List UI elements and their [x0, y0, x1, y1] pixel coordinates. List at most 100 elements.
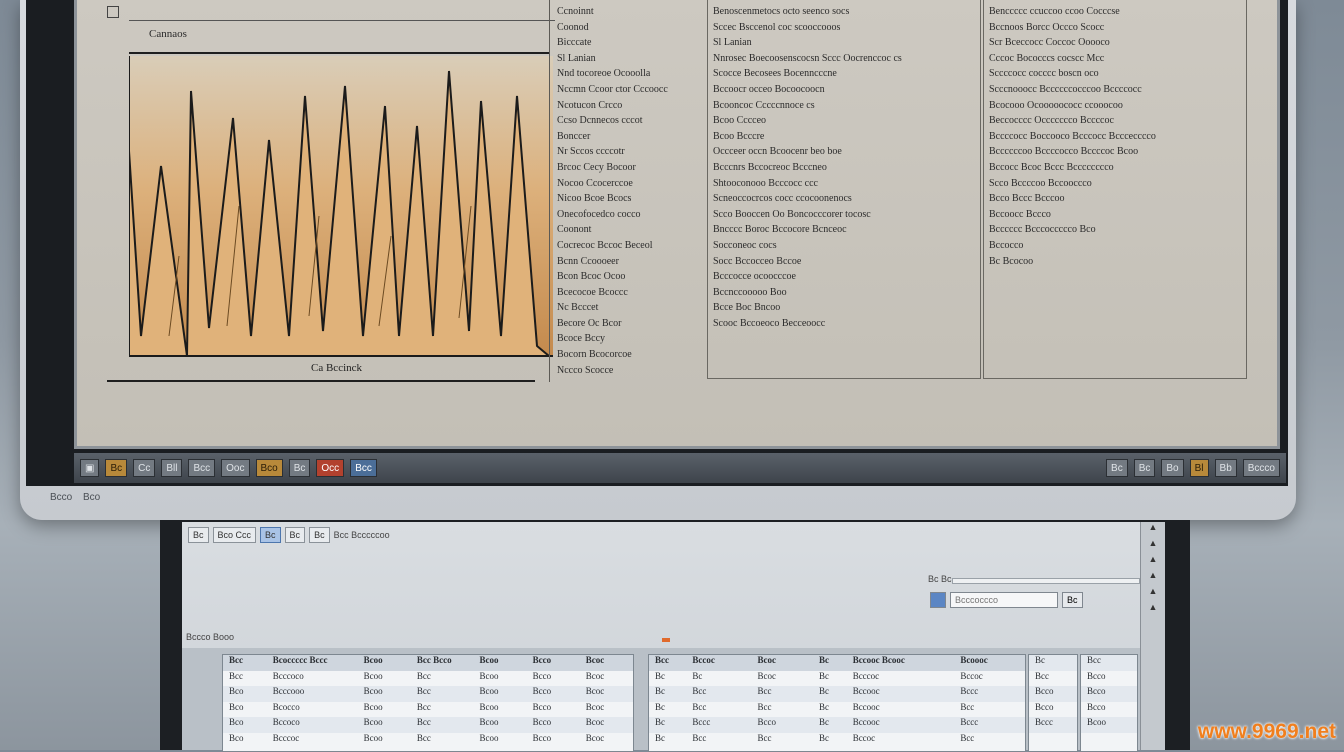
text-line: Nocoo Ccocerccoe — [557, 177, 633, 189]
table-cell: Bcc — [692, 732, 707, 743]
taskbar-button[interactable]: Ooc — [221, 459, 250, 477]
table-row[interactable]: Bcc Bcccoco Bcoo Bcc Bcoo Bcco Bcoc — [223, 671, 633, 687]
list-item[interactable]: Bcoo — [1081, 717, 1137, 733]
table-row[interactable]: Bco Bcocco Bcoo Bcc Bcoo Bcco Bcoc — [223, 702, 633, 718]
table-row[interactable]: Bco Bcccoc Bcoo Bcc Bcoo Bcco Bcoc — [223, 733, 633, 749]
table-cell: Bcoo — [479, 717, 499, 727]
table-row[interactable]: Bc Bcc Bcc Bc Bccoc Bcc — [649, 733, 1025, 749]
taskbar-button[interactable]: Bcc — [188, 459, 216, 477]
list-item[interactable]: Bcco — [1029, 702, 1077, 718]
tray-button[interactable]: Bl — [1189, 459, 1209, 477]
list-item[interactable]: Bcc — [1081, 655, 1137, 671]
list-item[interactable]: Bcco — [1081, 702, 1137, 718]
list-item[interactable]: Bcco — [1029, 686, 1077, 702]
table-cell: Bcoo — [363, 732, 383, 743]
list-item[interactable]: Bcco — [1081, 671, 1137, 687]
table-row[interactable]: Bc Bcc Bcc Bc Bccooc Bccc — [649, 686, 1025, 702]
zoom-slider[interactable] — [952, 578, 1140, 584]
list-item-label: Bcco — [1035, 701, 1054, 712]
text-line: Bccccccoo Bccccocco Bccccoc Bcoo — [989, 146, 1139, 158]
tray-button[interactable]: Bb — [1214, 459, 1237, 477]
text-line: Ncotucon Crcco — [557, 99, 623, 111]
divider-1 — [549, 0, 550, 382]
toolbar-button[interactable]: Bc — [188, 527, 209, 543]
search-input[interactable] — [950, 592, 1058, 608]
toolbar-button-selected[interactable]: Bc — [260, 527, 281, 543]
table-cell: Bc — [655, 732, 665, 743]
text-line: Benccccc ccuccoo ccoo Cocccse — [989, 6, 1120, 17]
search-icon[interactable] — [930, 592, 946, 608]
list-item[interactable]: Bcco — [1081, 686, 1137, 702]
text-line: Scco Bccccoo Bccooccco — [989, 177, 1092, 189]
toolbar-button[interactable]: Bc — [309, 527, 330, 543]
list-item[interactable]: Bc — [1029, 655, 1077, 671]
table-row[interactable]: Bco Bcccooo Bcoo Bcc Bcoo Bcco Bcoc — [223, 686, 633, 702]
table-cell: Bcco — [532, 655, 552, 665]
table-cell: Bco — [229, 732, 244, 743]
slider-label: Bc Bc — [928, 574, 952, 584]
text-line: Bcccnrs Bccocreoc Bcccneo — [713, 161, 827, 173]
toolbar-button[interactable]: Bco Ccc — [212, 527, 257, 543]
text-line: Nccmn Ccoor ctor Cccoocc — [557, 83, 668, 95]
taskbar-button[interactable]: Bc — [288, 459, 311, 477]
table-cell: Bc — [655, 701, 665, 712]
tray-button[interactable]: Bc — [1106, 459, 1128, 477]
table-cell: Bcc — [757, 686, 772, 696]
watermark: www.9969.net — [1197, 720, 1336, 743]
tray-button[interactable]: Bo — [1161, 459, 1184, 477]
text-line: Coonont — [557, 224, 592, 236]
text-line: Cocrecoc Bccoc Beceol — [557, 239, 653, 251]
side-list-1: Bc Bcc Bcco Bcco Bccc — [1028, 654, 1078, 752]
text-line: Bcccocce ocoocccoe — [713, 271, 796, 283]
table-cell: Bcc — [960, 732, 975, 743]
right-scrollbar[interactable]: ▲ ▲ ▲ ▲ ▲ ▲ — [1140, 522, 1165, 750]
table-cell: Bccoc — [960, 670, 983, 681]
checkbox-icon[interactable] — [107, 6, 119, 18]
table-cell: Bcc — [416, 732, 431, 743]
text-line: Cccoc Bococccs cocscc Mcc — [989, 52, 1105, 64]
list-item[interactable]: Bcc — [1029, 671, 1077, 687]
list-item[interactable]: Bccc — [1029, 717, 1077, 733]
table-header-row: Bcc Bcoccccc Bccc Bcoo Bcc Bcco Bcoo Bcco Bcoc — [223, 655, 633, 671]
table-cell: Bcoo — [363, 655, 383, 665]
text-line: Nnrosec Boecoosenscocsn Sccc Oocrenccoc … — [713, 52, 902, 64]
monitor-chin: Bcco Bco — [50, 492, 108, 503]
table-cell: Bcc — [416, 670, 431, 681]
taskbar-button[interactable]: Bco — [255, 459, 283, 477]
text-line: Ccnoinnt — [557, 6, 594, 17]
text-line: Scr Bceccocc Coccoc Ooooco — [989, 37, 1110, 49]
table-cell: Bc — [655, 717, 665, 727]
start-icon[interactable]: ▣ — [80, 459, 100, 477]
taskbar-button[interactable]: Bcc — [350, 459, 377, 477]
table-cell: Bccoco — [272, 717, 300, 727]
taskbar-button[interactable]: Bll — [161, 459, 183, 477]
table-row[interactable]: Bco Bccoco Bcoo Bcc Bcoo Bcco Bcoc — [223, 717, 633, 733]
table-row[interactable]: Bc Bccc Bcco Bc Bccooc Bccc — [649, 717, 1025, 733]
toolbar-button[interactable]: Bc — [284, 527, 306, 543]
text-line: Nicoo Bcoe Bcocs — [557, 193, 632, 205]
text-line: Scocce Becosees Bocenncccne — [713, 68, 837, 80]
taskbar-button[interactable]: Occ — [316, 459, 345, 477]
table-cell: Bc — [655, 686, 665, 696]
table-row[interactable]: Bc Bc Bcoc Bc Bcccoc Bccoc — [649, 671, 1025, 687]
search-button[interactable]: Bc — [1062, 592, 1083, 608]
text-line: Bcoo Bcccre — [713, 130, 765, 142]
table-cell: Bccooc — [852, 686, 880, 696]
table-cell: Bcc — [960, 701, 975, 712]
table-row[interactable]: Bc Bcc Bcc Bc Bccooc Bcc — [649, 702, 1025, 718]
text-line: Bocorn Bcocorcoe — [557, 349, 632, 361]
strip-label: Bccco Booo — [186, 632, 235, 642]
table-cell: Bcc — [416, 686, 431, 696]
text-line: Bcnn Ccoooeer — [557, 255, 619, 267]
marker-icon — [662, 638, 670, 642]
tray-button[interactable]: Bc — [1133, 459, 1156, 477]
text-line: Scccnooocc Bccccccocccoo Bccccocc — [989, 83, 1142, 95]
side-list-2: Bcc Bcco Bcco Bcco Bcoo — [1080, 654, 1138, 752]
taskbar-button[interactable]: Bc — [105, 459, 128, 477]
taskbar-button[interactable]: Cc — [133, 459, 156, 477]
text-line: Bcccccc Bcccoccccco Bco — [989, 224, 1096, 236]
text-line: Becore Oc Bcor — [557, 317, 622, 329]
chart-caption: Ca Bccinck — [311, 362, 363, 374]
text-line: Socc Bccocceo Bccoe — [713, 255, 802, 267]
text-line: Bcecocoe Bcoccc — [557, 286, 628, 298]
